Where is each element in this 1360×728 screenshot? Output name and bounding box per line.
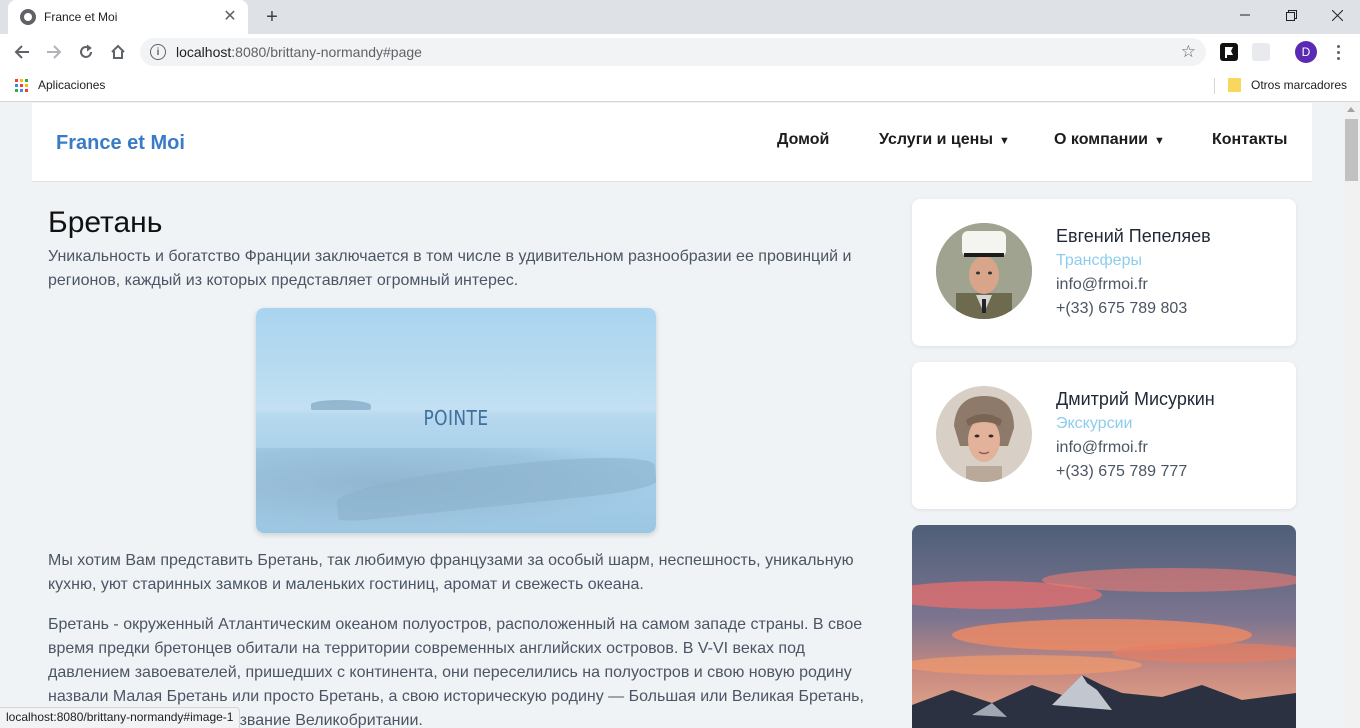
restore-icon	[1285, 9, 1297, 21]
home-icon	[111, 44, 125, 59]
forward-button[interactable]	[42, 40, 66, 64]
contact-phone: +(33) 675 789 777	[1056, 463, 1188, 480]
minimize-icon	[1240, 14, 1250, 16]
status-bar: localhost:8080/brittany-normandy#image-1	[0, 707, 241, 728]
contact-name: Евгений Пепеляев	[1056, 226, 1211, 246]
contact-email: info@frmoi.fr	[1056, 276, 1148, 293]
bookmarks-divider	[1214, 78, 1215, 94]
url-path: :8080/brittany-normandy#page	[231, 44, 422, 60]
image-caption: POINTE	[423, 406, 489, 430]
contact-card: Евгений Пепеляев Трансферы info@frmoi.fr…	[912, 199, 1296, 346]
page-title: Бретань	[48, 206, 163, 239]
arrow-right-icon	[47, 45, 62, 59]
home-button[interactable]	[106, 40, 130, 64]
extension-grid-icon[interactable]	[1252, 43, 1270, 61]
close-icon	[1331, 9, 1343, 21]
browser-toolbar: i localhost:8080/brittany-normandy#page …	[0, 34, 1360, 70]
contact-phone: +(33) 675 789 803	[1056, 300, 1188, 317]
mountain-sunset-image[interactable]	[912, 525, 1296, 728]
close-tab-icon[interactable]: ✕	[222, 9, 238, 25]
scroll-up-icon[interactable]	[1347, 107, 1355, 112]
bookmark-star-icon[interactable]: ☆	[1181, 42, 1196, 62]
nav-contacts[interactable]: Контакты	[1212, 131, 1287, 149]
tab-title: France et Moi	[44, 10, 118, 24]
brittany-image[interactable]: POINTE	[256, 308, 656, 533]
caret-down-icon: ▼	[998, 135, 1010, 147]
contact-card: Дмитрий Мисуркин Экскурсии info@frmoi.fr…	[912, 362, 1296, 509]
caret-down-icon: ▼	[1153, 135, 1165, 147]
info-icon[interactable]: i	[150, 44, 166, 60]
bookmark-other[interactable]: Otros marcadores	[1251, 78, 1347, 92]
reload-button[interactable]	[74, 40, 98, 64]
close-window-button[interactable]	[1314, 0, 1360, 30]
contact-role-link[interactable]: Трансферы	[1056, 252, 1142, 270]
reload-icon	[80, 44, 92, 58]
apps-icon[interactable]	[15, 79, 28, 92]
page-scrollbar[interactable]	[1343, 103, 1360, 728]
browser-tabstrip: France et Moi ✕ +	[0, 0, 1360, 34]
site-header: France et Moi Домой Услуги и цены ▼ О ком…	[32, 103, 1312, 182]
bookmark-apps[interactable]: Aplicaciones	[38, 78, 105, 92]
back-button[interactable]	[10, 40, 34, 64]
nav-about-label: О компании	[1054, 131, 1148, 148]
minimize-button[interactable]	[1222, 0, 1268, 30]
site-logo[interactable]: France et Moi	[56, 132, 185, 155]
contact-email: info@frmoi.fr	[1056, 439, 1148, 456]
avatar	[936, 386, 1032, 482]
url-host: localhost	[176, 44, 232, 60]
folder-icon	[1228, 78, 1241, 92]
arrow-left-icon	[14, 45, 29, 59]
scroll-thumb[interactable]	[1345, 119, 1358, 181]
paragraph-1: Мы хотим Вам представить Бретань, так лю…	[48, 552, 854, 593]
new-tab-button[interactable]: +	[260, 5, 284, 29]
browser-tab[interactable]: France et Moi ✕	[8, 0, 248, 34]
browser-menu-icon[interactable]	[1330, 40, 1346, 64]
nav-home[interactable]: Домой	[777, 131, 829, 149]
globe-icon	[20, 9, 36, 25]
bookmarks-bar: Aplicaciones Otros marcadores	[0, 70, 1360, 102]
contact-role-link[interactable]: Экскурсии	[1056, 415, 1132, 433]
address-bar[interactable]: i localhost:8080/brittany-normandy#page …	[140, 38, 1206, 66]
profile-avatar[interactable]: D	[1295, 41, 1317, 63]
nav-about[interactable]: О компании ▼	[1054, 131, 1165, 149]
contact-name: Дмитрий Мисуркин	[1056, 389, 1215, 409]
extension-flag-icon[interactable]	[1220, 43, 1238, 61]
nav-services[interactable]: Услуги и цены ▼	[879, 131, 1010, 149]
page-viewport: France et Moi Домой Услуги и цены ▼ О ком…	[0, 103, 1343, 728]
restore-button[interactable]	[1268, 0, 1314, 30]
nav-services-label: Услуги и цены	[879, 131, 993, 148]
intro-paragraph: Уникальность и богатство Франции заключа…	[48, 248, 852, 289]
avatar	[936, 223, 1032, 319]
